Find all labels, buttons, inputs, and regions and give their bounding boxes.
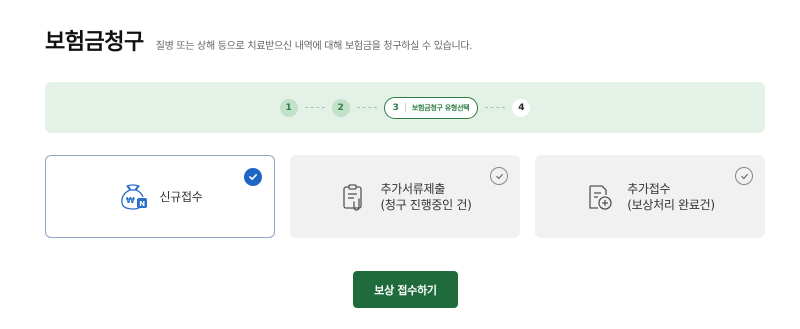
step-3-label: 보험금청구 유형선택 [411,103,470,112]
option-additional-claim[interactable]: 추가접수 (보상처리 완료건) [535,155,765,238]
svg-text:₩: ₩ [126,196,135,205]
step-4: 4 [512,98,531,117]
step-connector [304,107,325,108]
option-sublabel: (청구 진행중인 건) [380,197,472,212]
step-2: 2 [331,98,350,117]
option-sublabel: (보상처리 완료건) [627,197,715,212]
option-label: 추가서류제출 [380,181,446,196]
step-1: 1 [279,98,298,117]
page-title: 보험금청구 [45,30,144,55]
selected-check-icon [244,168,262,186]
page-header: 보험금청구 질병 또는 상해 등으로 치료받으신 내역에 대해 보험금을 청구하… [45,24,472,56]
step-connector [356,107,377,108]
option-label: 추가접수 [627,181,671,196]
step-divider [404,103,406,112]
option-new-claim[interactable]: ₩ N 신규접수 [45,155,275,238]
unselected-check-icon [490,167,508,185]
document-add-icon [585,182,615,212]
unselected-check-icon [735,167,753,185]
submit-claim-button[interactable]: 보상 접수하기 [353,271,458,308]
progress-stepper: 1 2 3 보험금청구 유형선택 4 [45,82,765,133]
option-label-group: 추가접수 (보상처리 완료건) [627,181,715,213]
money-bag-icon: ₩ N [118,182,148,212]
option-label-group: 추가서류제출 (청구 진행중인 건) [381,181,472,213]
option-additional-documents[interactable]: 추가서류제출 (청구 진행중인 건) [290,155,520,238]
clipboard-attach-icon [339,182,369,212]
option-label: 신규접수 [159,189,203,204]
svg-text:N: N [139,200,145,208]
step-3-active: 3 보험금청구 유형선택 [383,96,479,119]
step-connector [485,107,506,108]
page-subtitle: 질병 또는 상해 등으로 치료받으신 내역에 대해 보험금을 청구하실 수 있습… [155,41,473,52]
step-3-number: 3 [392,102,399,113]
